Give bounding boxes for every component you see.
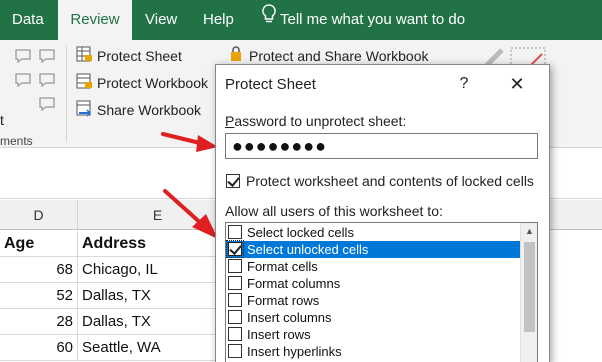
tab-help[interactable]: Help xyxy=(203,0,234,40)
password-label: Password to unprotect sheet: xyxy=(225,113,406,129)
tell-me-label: Tell me what you want to do xyxy=(280,11,466,28)
ribbon-tab-bar: Data Review View Help Tell me what you w… xyxy=(0,0,602,40)
cell-address[interactable]: Dallas, TX xyxy=(78,283,238,309)
allow-users-label: Allow all users of this worksheet to: xyxy=(225,203,443,219)
share-workbook-icon xyxy=(76,100,93,123)
permission-label: Insert rows xyxy=(247,327,311,342)
tab-review[interactable]: Review xyxy=(58,0,132,40)
cell-age[interactable]: 52 xyxy=(0,283,78,309)
close-button[interactable]: ✕ xyxy=(505,73,529,95)
permission-item[interactable]: Format rows xyxy=(226,292,522,309)
permission-checkbox[interactable] xyxy=(228,259,242,273)
tell-me-search[interactable]: Tell me what you want to do xyxy=(262,0,465,40)
permission-checkbox[interactable] xyxy=(228,310,242,324)
next-comment-icon[interactable] xyxy=(38,72,56,91)
list-scrollbar[interactable]: ▲ xyxy=(520,223,537,362)
dialog-title: Protect Sheet xyxy=(225,76,316,93)
share-workbook-button[interactable]: Share Workbook xyxy=(76,99,201,121)
protect-sheet-dialog: Protect Sheet ? ✕ Password to unprotect … xyxy=(215,64,550,362)
permission-label: Format columns xyxy=(247,276,341,291)
cell-address[interactable]: Dallas, TX xyxy=(78,309,238,335)
permission-label: Insert hyperlinks xyxy=(247,344,342,359)
protect-workbook-icon xyxy=(76,73,93,96)
protect-sheet-button[interactable]: Protect Sheet xyxy=(76,45,182,67)
previous-comment-icon[interactable] xyxy=(14,72,32,91)
permission-item[interactable]: Format cells xyxy=(226,258,522,275)
permission-checkbox[interactable] xyxy=(228,344,242,358)
protect-sheet-label: Protect Sheet xyxy=(97,48,182,64)
protect-sheet-icon xyxy=(76,46,93,69)
ribbon-partial-text: t xyxy=(0,112,4,128)
lightbulb-icon xyxy=(262,0,276,40)
share-workbook-label: Share Workbook xyxy=(97,102,202,118)
tab-data[interactable]: Data xyxy=(12,0,44,40)
new-comment-icon[interactable] xyxy=(14,48,32,67)
permission-item[interactable]: Insert rows xyxy=(226,326,522,343)
permission-item[interactable]: Insert columns xyxy=(226,309,522,326)
delete-comment-icon[interactable] xyxy=(38,48,56,67)
permission-checkbox[interactable] xyxy=(226,240,244,258)
permissions-list[interactable]: Select locked cells Select unlocked cell… xyxy=(225,222,538,362)
permission-checkbox[interactable] xyxy=(228,327,242,341)
permission-item[interactable]: Format columns xyxy=(226,275,522,292)
protect-share-label: Protect and Share Workbook xyxy=(249,48,429,64)
cell-address[interactable]: Chicago, IL xyxy=(78,257,238,283)
protect-workbook-button[interactable]: Protect Workbook xyxy=(76,72,208,94)
password-label-text: assword to unprotect sheet: xyxy=(234,113,407,129)
cell-age[interactable]: 28 xyxy=(0,309,78,335)
permission-item[interactable]: Select locked cells xyxy=(226,224,522,241)
permission-label: Select locked cells xyxy=(247,225,354,240)
protect-worksheet-checkbox[interactable] xyxy=(226,174,240,188)
permission-label: Format cells xyxy=(247,259,318,274)
password-label-accel: P xyxy=(225,113,235,129)
permission-checkbox[interactable] xyxy=(228,293,242,307)
tab-view[interactable]: View xyxy=(145,0,177,40)
permission-label: Insert columns xyxy=(247,310,332,325)
permission-item[interactable]: Insert hyperlinks xyxy=(226,343,522,360)
scrollbar-thumb[interactable] xyxy=(524,242,535,332)
show-comments-icon[interactable] xyxy=(38,96,56,115)
permission-checkbox[interactable] xyxy=(228,276,242,290)
help-button[interactable]: ? xyxy=(453,73,475,95)
permission-label: Format rows xyxy=(247,293,320,308)
group-separator xyxy=(66,46,67,142)
cell-address[interactable]: Seattle, WA xyxy=(78,335,238,361)
annotation-arrow-password xyxy=(161,132,218,152)
permission-item-selected[interactable]: Select unlocked cells xyxy=(226,240,522,258)
password-input[interactable]: ●●●●●●●● xyxy=(225,133,538,159)
comments-group-label: ments xyxy=(0,134,33,148)
cell-age[interactable]: 60 xyxy=(0,335,78,361)
protect-workbook-label: Protect Workbook xyxy=(97,75,209,91)
protect-worksheet-label: Protect worksheet and contents of locked… xyxy=(246,173,534,189)
permission-checkbox[interactable] xyxy=(228,225,242,239)
cell-age-header[interactable]: Age xyxy=(0,231,78,257)
column-header-d[interactable]: D xyxy=(0,200,78,230)
cell-age[interactable]: 68 xyxy=(0,257,78,283)
permission-label: Select unlocked cells xyxy=(247,242,369,257)
scroll-up-arrow-icon[interactable]: ▲ xyxy=(521,223,537,240)
